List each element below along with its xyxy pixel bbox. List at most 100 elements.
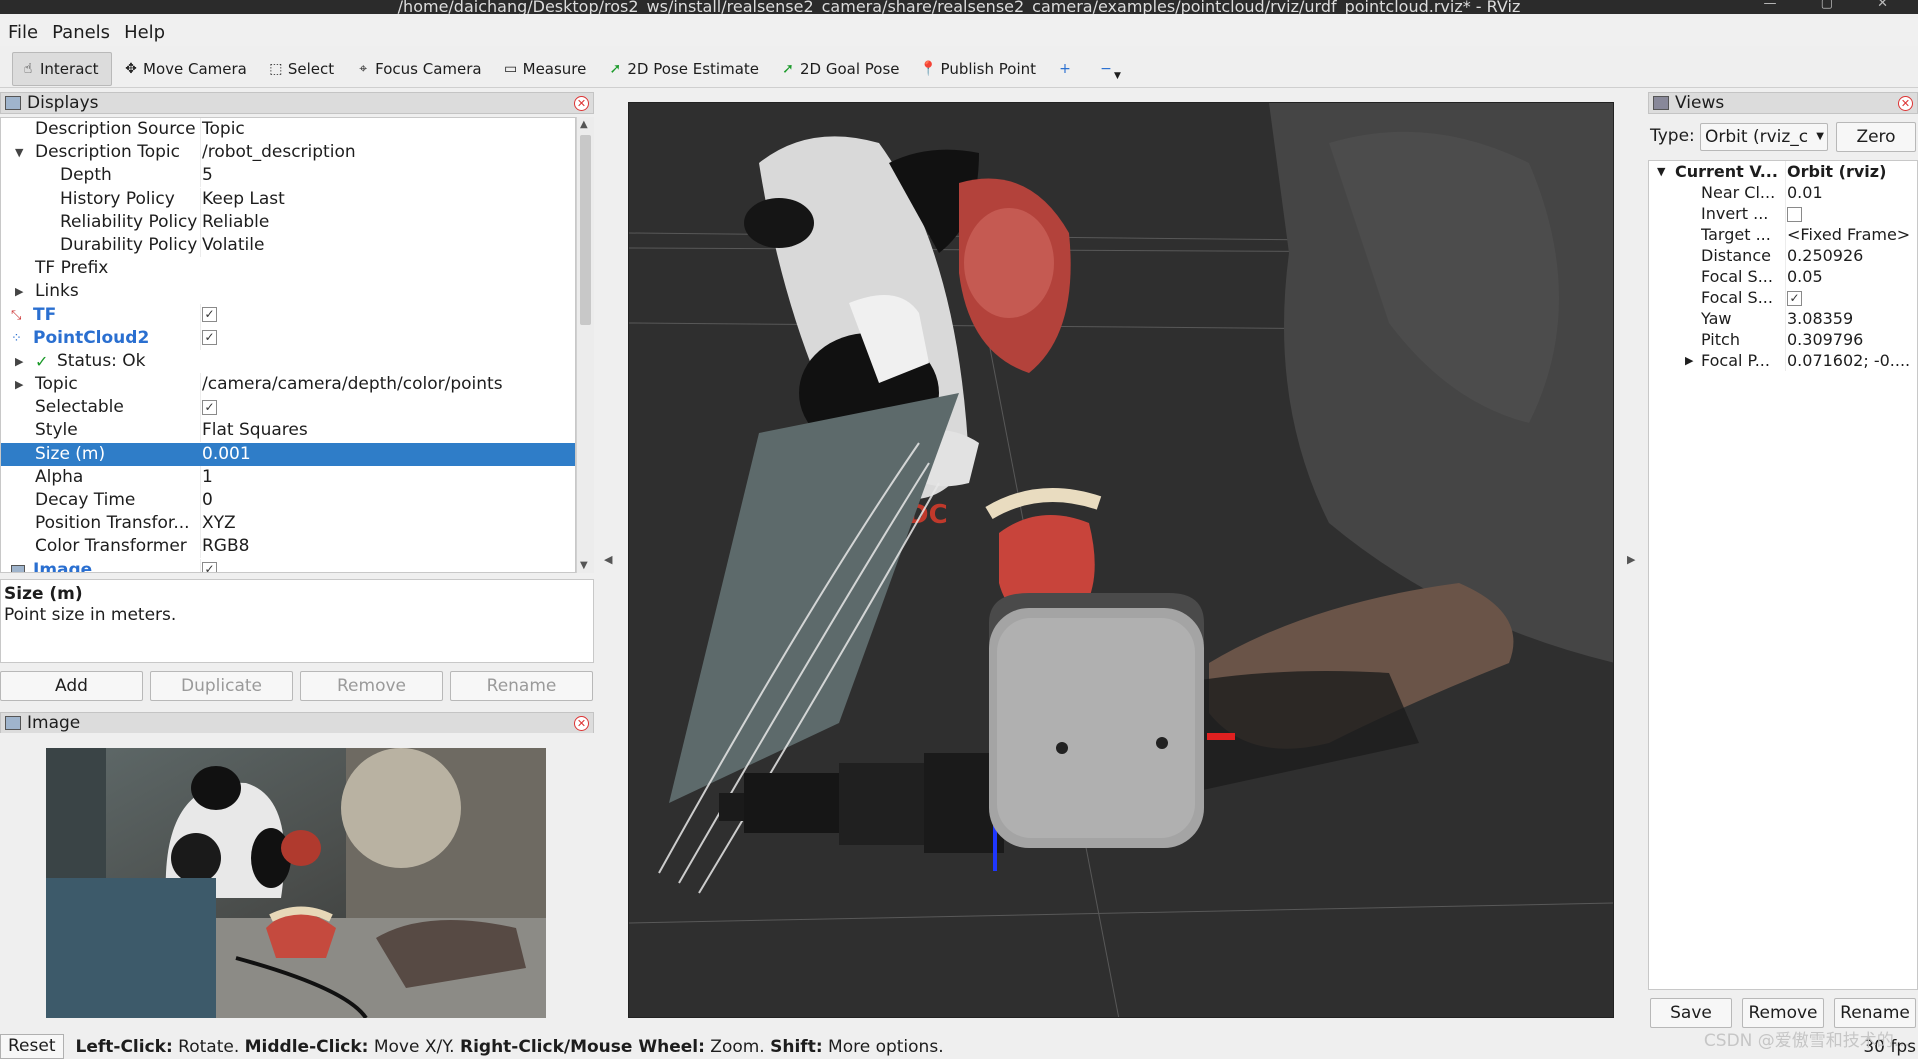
view-prop-value[interactable]: 0.250926 — [1785, 245, 1917, 266]
remove-view-button[interactable]: Remove — [1742, 998, 1824, 1028]
prop-value[interactable]: Flat Squares — [200, 419, 575, 443]
scrollbar-thumb[interactable] — [580, 135, 591, 325]
view-prop-value[interactable]: 0.309796 — [1785, 329, 1917, 350]
view-type-select[interactable]: Orbit (rviz_c ▼ — [1700, 123, 1828, 151]
view-row[interactable]: Target ... <Fixed Frame> — [1649, 224, 1917, 245]
pose-estimate-tool-button[interactable]: ➚ 2D Pose Estimate — [600, 52, 769, 86]
3d-render-viewport[interactable]: DC — [628, 102, 1614, 1018]
tree-row[interactable]: Depth 5 — [1, 164, 575, 188]
prop-value[interactable]: Keep Last — [200, 187, 575, 211]
focus-camera-tool-button[interactable]: ⌖ Focus Camera — [348, 52, 491, 86]
tree-row[interactable]: ▶ Links — [1, 280, 575, 303]
rename-view-button[interactable]: Rename — [1834, 998, 1916, 1028]
menu-file[interactable]: File — [8, 22, 38, 43]
expand-right-icon[interactable]: ▶ — [1685, 350, 1693, 371]
collapse-right-icon[interactable]: ▶ — [1627, 553, 1635, 566]
view-prop-value[interactable]: 3.08359 — [1785, 308, 1917, 329]
tree-row[interactable]: Position Transfor... XYZ — [1, 512, 575, 536]
view-row[interactable]: Pitch 0.309796 — [1649, 329, 1917, 350]
tree-row[interactable]: TF Prefix — [1, 257, 575, 280]
display-row-image[interactable]: Image ✓ — [1, 558, 575, 572]
tf-enabled-checkbox[interactable]: ✓ — [202, 307, 217, 322]
pointcloud2-enabled-checkbox[interactable]: ✓ — [202, 330, 217, 346]
expand-down-icon[interactable]: ▼ — [1657, 161, 1665, 182]
view-row[interactable]: Focal S... 0.05 — [1649, 266, 1917, 287]
prop-value[interactable]: Reliable — [200, 210, 575, 234]
views-panel-header: Views ✕ — [1648, 92, 1918, 114]
close-icon[interactable]: ✕ — [1898, 96, 1913, 111]
window-controls[interactable]: — ▢ ✕ — [1764, 0, 1908, 11]
measure-tool-button[interactable]: ▭ Measure — [496, 52, 597, 86]
prop-name: Reliability Policy — [60, 211, 197, 232]
menu-panels[interactable]: Panels — [52, 22, 110, 43]
focal-shape-fixed-checkbox[interactable]: ✓ — [1787, 291, 1802, 306]
menu-help[interactable]: Help — [124, 22, 165, 43]
view-row[interactable]: Focal S... ✓ — [1649, 287, 1917, 308]
tree-row[interactable]: Alpha 1 — [1, 465, 575, 489]
tree-row[interactable]: Durability Policy Volatile — [1, 233, 575, 257]
move-camera-tool-button[interactable]: ✥ Move Camera — [116, 52, 257, 86]
reset-button[interactable]: Reset — [0, 1034, 64, 1059]
save-view-button[interactable]: Save — [1650, 998, 1732, 1028]
select-tool-button[interactable]: ⬚ Select — [261, 52, 344, 86]
view-row[interactable]: ▶ Focal P... 0.071602; -0.... — [1649, 350, 1917, 371]
tree-row[interactable]: Description Source Topic — [1, 118, 575, 141]
close-icon[interactable]: ✕ — [574, 716, 589, 731]
remove-tool-button[interactable]: − ▼ — [1091, 52, 1131, 86]
view-prop-value[interactable]: <Fixed Frame> — [1785, 224, 1917, 245]
view-row[interactable]: Distance 0.250926 — [1649, 245, 1917, 266]
rename-display-button[interactable]: Rename — [450, 671, 593, 701]
remove-display-button[interactable]: Remove — [300, 671, 443, 701]
prop-value[interactable]: 1 — [200, 465, 575, 489]
select-label: Select — [287, 59, 335, 78]
view-row[interactable]: Yaw 3.08359 — [1649, 308, 1917, 329]
view-row-current[interactable]: ▼ Current V... Orbit (rviz) — [1649, 161, 1917, 182]
prop-value[interactable]: Topic — [200, 118, 575, 141]
views-properties-tree[interactable]: ▼ Current V... Orbit (rviz) Near Cl... 0… — [1648, 160, 1918, 990]
displays-tree[interactable]: Description Source Topic ▼ Description T… — [0, 117, 576, 573]
interact-tool-button[interactable]: ☝ Interact — [12, 51, 112, 86]
tree-row[interactable]: ▶ ✓ Status: Ok — [1, 350, 575, 373]
add-tool-button[interactable]: + — [1050, 52, 1087, 86]
displays-scrollbar[interactable]: ▲ ▼ — [576, 117, 594, 573]
publish-point-tool-button[interactable]: 📍 Publish Point — [914, 52, 1046, 86]
goal-pose-tool-button[interactable]: ➚ 2D Goal Pose — [773, 52, 910, 86]
prop-value[interactable]: /camera/camera/depth/color/points — [200, 373, 575, 397]
prop-value[interactable]: 5 — [200, 164, 575, 188]
view-prop-value[interactable]: 0.071602; -0.... — [1785, 350, 1917, 371]
pose-arrow-icon: ➚ — [609, 60, 622, 77]
prop-value[interactable]: /robot_description — [200, 141, 575, 165]
display-row-tf[interactable]: ⤡ TF ✓ — [1, 303, 575, 327]
tree-row[interactable]: Style Flat Squares — [1, 419, 575, 443]
tree-row[interactable]: Reliability Policy Reliable — [1, 210, 575, 234]
invert-z-checkbox[interactable] — [1787, 207, 1802, 222]
hand-pointer-icon: ☝ — [23, 60, 33, 77]
view-row[interactable]: Invert ... — [1649, 203, 1917, 224]
zero-view-button[interactable]: Zero — [1836, 122, 1916, 152]
view-prop-value[interactable]: 0.01 — [1785, 182, 1917, 203]
view-prop-value[interactable]: Orbit (rviz) — [1785, 161, 1917, 182]
view-row[interactable]: Near Cl... 0.01 — [1649, 182, 1917, 203]
scroll-up-icon[interactable]: ▲ — [580, 119, 588, 130]
tree-row-selected[interactable]: Size (m) 0.001 — [1, 442, 575, 466]
tree-row[interactable]: History Policy Keep Last — [1, 187, 575, 211]
tree-row[interactable]: ▶ Topic /camera/camera/depth/color/point… — [1, 373, 575, 397]
collapse-left-icon[interactable]: ◀ — [604, 553, 612, 566]
add-display-button[interactable]: Add — [0, 671, 143, 701]
tree-row[interactable]: ▼ Description Topic /robot_description — [1, 141, 575, 165]
prop-value[interactable]: 0 — [200, 489, 575, 512]
tree-row[interactable]: Selectable ✓ — [1, 396, 575, 420]
image-enabled-checkbox[interactable]: ✓ — [202, 562, 217, 572]
tree-row[interactable]: Decay Time 0 — [1, 489, 575, 512]
prop-value[interactable]: 0.001 — [200, 442, 575, 466]
close-icon[interactable]: ✕ — [574, 96, 589, 111]
view-prop-value[interactable]: 0.05 — [1785, 266, 1917, 287]
tree-row[interactable]: Color Transformer RGB8 — [1, 535, 575, 559]
duplicate-display-button[interactable]: Duplicate — [150, 671, 293, 701]
prop-value[interactable]: Volatile — [200, 233, 575, 257]
display-row-pointcloud2[interactable]: ⁘ PointCloud2 ✓ — [1, 326, 575, 350]
prop-value[interactable]: XYZ — [200, 512, 575, 536]
scroll-down-icon[interactable]: ▼ — [580, 560, 588, 571]
prop-value[interactable]: RGB8 — [200, 535, 575, 559]
selectable-checkbox[interactable]: ✓ — [202, 399, 217, 415]
